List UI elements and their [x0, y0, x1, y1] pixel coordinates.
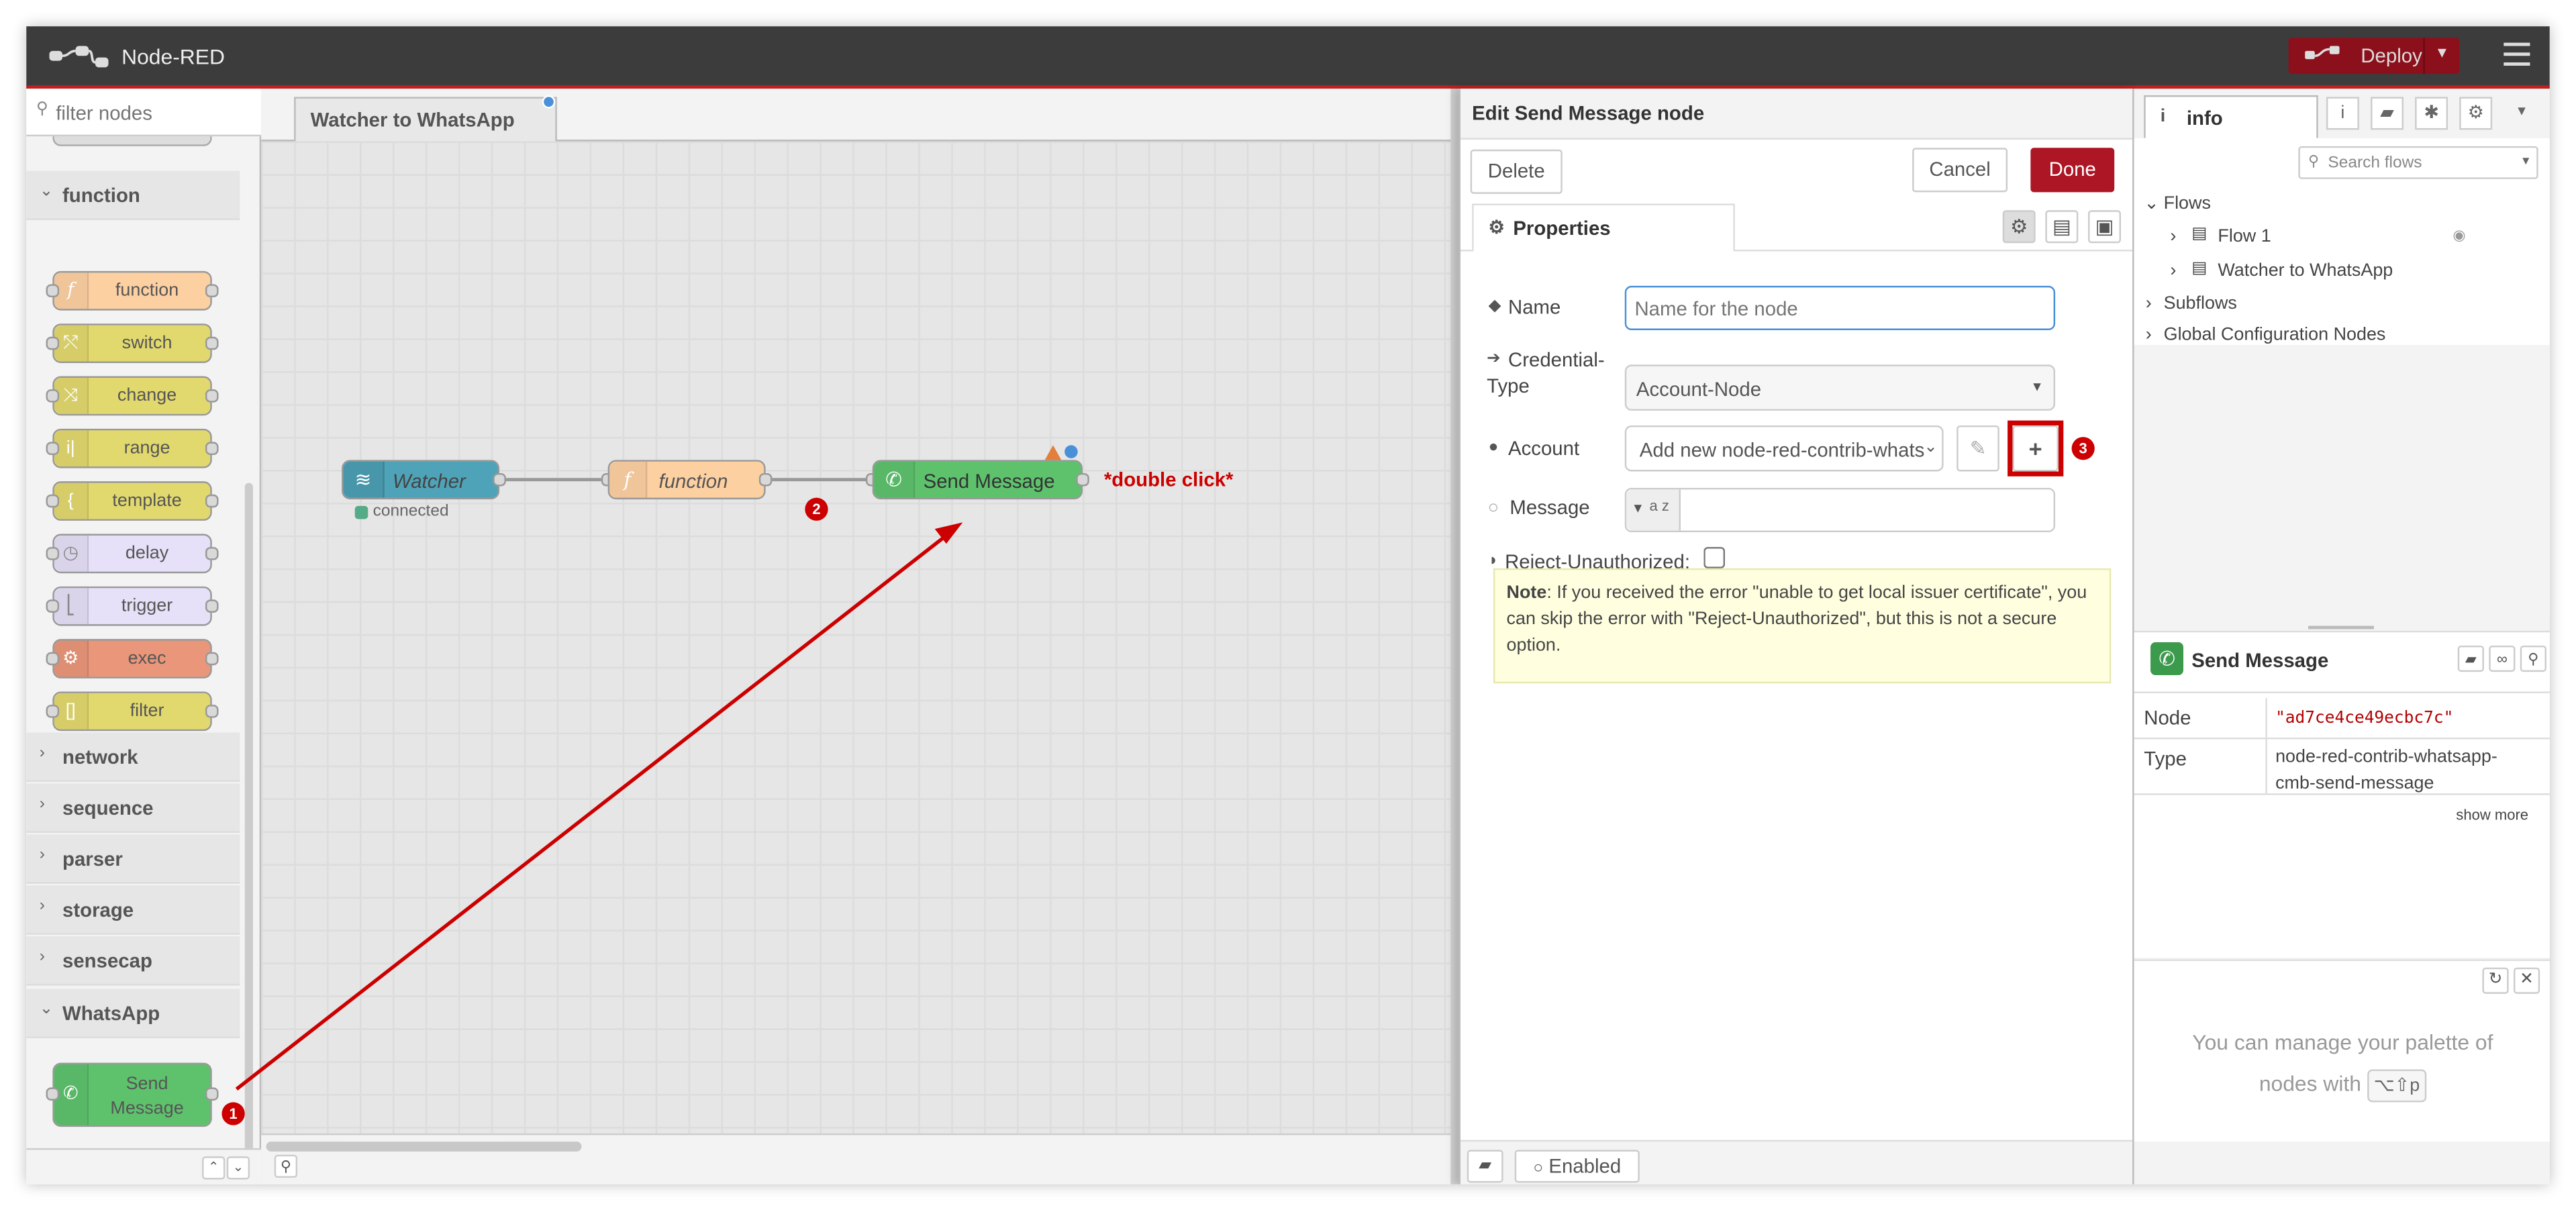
step-badge-1: 1	[221, 1102, 245, 1125]
node-red-window: Node-RED Deploy ▼ ⚲ ⌄ function f funct	[26, 26, 2550, 1184]
annotation-arrow	[235, 522, 963, 1091]
